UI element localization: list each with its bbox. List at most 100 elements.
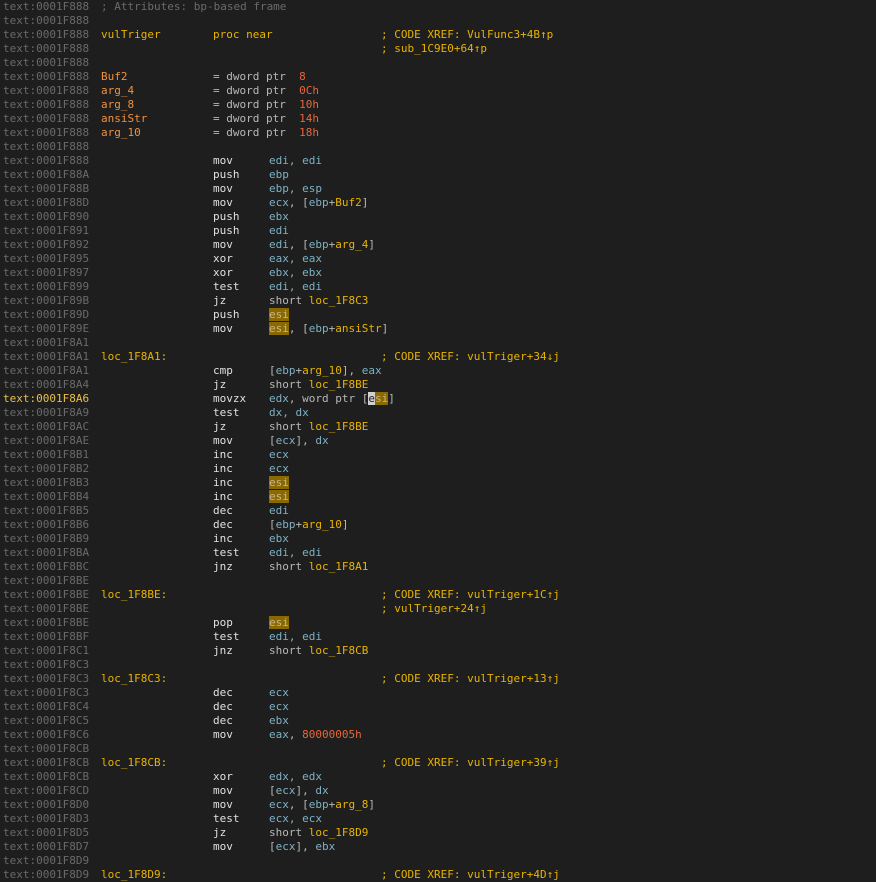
stack-var-name[interactable]: Buf2: [101, 70, 128, 84]
listing-line[interactable]: text:0001F8A1: [0, 336, 876, 350]
label-line[interactable]: text:0001F8C3 loc_1F8C3: ; CODE XREF: vu…: [0, 672, 876, 686]
stack-var-name[interactable]: arg_4: [101, 84, 134, 98]
label-line[interactable]: text:0001F8BE loc_1F8BE: ; CODE XREF: vu…: [0, 588, 876, 602]
operands[interactable]: short loc_1F8CB: [269, 644, 368, 658]
listing-line[interactable]: text:0001F888: [0, 140, 876, 154]
address: text:0001F8BA: [3, 546, 90, 559]
instruction-line[interactable]: text:0001F888 mov edi, edi: [0, 154, 876, 168]
instruction-line[interactable]: text:0001F8A4 jz short loc_1F8BE: [0, 378, 876, 392]
instruction-line[interactable]: text:0001F891 push edi: [0, 224, 876, 238]
code-label[interactable]: loc_1F8BE:: [101, 588, 167, 602]
label-line[interactable]: text:0001F8A1 loc_1F8A1: ; CODE XREF: vu…: [0, 350, 876, 364]
listing-line[interactable]: text:0001F888 ; Attributes: bp-based fra…: [0, 0, 876, 14]
instruction-line[interactable]: text:0001F88B mov ebp, esp: [0, 182, 876, 196]
instruction-line[interactable]: text:0001F892 mov edi, [ebp+arg_4]: [0, 238, 876, 252]
address: text:0001F899: [3, 280, 90, 293]
instruction-line[interactable]: text:0001F8AC jz short loc_1F8BE: [0, 420, 876, 434]
disassembly-listing[interactable]: text:0001F888 ; Attributes: bp-based fra…: [0, 0, 876, 882]
stack-var-name[interactable]: arg_10: [101, 126, 141, 140]
mnemonic: push: [213, 308, 240, 321]
code-label[interactable]: loc_1F8A1:: [101, 350, 167, 364]
instruction-line[interactable]: text:0001F895 xor eax, eax: [0, 252, 876, 266]
instruction-line[interactable]: text:0001F8AE mov [ecx], dx: [0, 434, 876, 448]
stack-var-line[interactable]: text:0001F888 arg_10 = dword ptr 18h: [0, 126, 876, 140]
stack-var-line[interactable]: text:0001F888 ansiStr = dword ptr 14h: [0, 112, 876, 126]
xref-comment[interactable]: ; vulTriger+24↑j: [381, 602, 487, 616]
instruction-line[interactable]: text:0001F899 test edi, edi: [0, 280, 876, 294]
stack-var-name[interactable]: ansiStr: [101, 112, 147, 126]
instruction-line[interactable]: text:0001F890 push ebx: [0, 210, 876, 224]
label-line[interactable]: text:0001F8D9 loc_1F8D9: ; CODE XREF: vu…: [0, 868, 876, 882]
instruction-line[interactable]: text:0001F8C5 dec ebx: [0, 714, 876, 728]
instruction-line[interactable]: text:0001F8CB xor edx, edx: [0, 770, 876, 784]
listing-line[interactable]: text:0001F888 vulTriger proc near ; CODE…: [0, 28, 876, 42]
instruction-line[interactable]: text:0001F8CD mov [ecx], dx: [0, 784, 876, 798]
xref-comment[interactable]: ; CODE XREF: VulFunc3+4B↑p: [381, 28, 553, 42]
instruction-line[interactable]: text:0001F89D push esi: [0, 308, 876, 322]
instruction-line[interactable]: text:0001F8B3 inc esi: [0, 476, 876, 490]
instruction-line[interactable]: text:0001F897 xor ebx, ebx: [0, 266, 876, 280]
address: text:0001F8D3: [3, 812, 90, 825]
code-label[interactable]: loc_1F8C3:: [101, 672, 167, 686]
operands[interactable]: short loc_1F8BE: [269, 420, 368, 434]
operands[interactable]: short loc_1F8BE: [269, 378, 368, 392]
instruction-line[interactable]: text:0001F8C4 dec ecx: [0, 700, 876, 714]
mnemonic: mov: [213, 434, 233, 447]
stack-var-line[interactable]: text:0001F888 arg_4 = dword ptr 0Ch: [0, 84, 876, 98]
stack-var-line[interactable]: text:0001F888 arg_8 = dword ptr 10h: [0, 98, 876, 112]
xref-comment[interactable]: ; CODE XREF: vulTriger+1C↑j: [381, 588, 560, 602]
instruction-line[interactable]: text:0001F89B jz short loc_1F8C3: [0, 294, 876, 308]
instruction-line[interactable]: text:0001F8B4 inc esi: [0, 490, 876, 504]
listing-line[interactable]: text:0001F8BE ; vulTriger+24↑j: [0, 602, 876, 616]
code-label[interactable]: loc_1F8D9:: [101, 868, 167, 882]
label-line[interactable]: text:0001F8CB loc_1F8CB: ; CODE XREF: vu…: [0, 756, 876, 770]
listing-line[interactable]: text:0001F888: [0, 56, 876, 70]
xref-comment[interactable]: ; CODE XREF: vulTriger+4D↑j: [381, 868, 560, 882]
instruction-line[interactable]: text:0001F8B1 inc ecx: [0, 448, 876, 462]
instruction-line[interactable]: text:0001F8B5 dec edi: [0, 504, 876, 518]
operands[interactable]: short loc_1F8C3: [269, 294, 368, 308]
listing-line[interactable]: text:0001F8D9: [0, 854, 876, 868]
proc-name[interactable]: vulTriger: [101, 28, 161, 42]
address: text:0001F8D7: [3, 840, 90, 853]
stack-var-line[interactable]: text:0001F888 Buf2 = dword ptr 8: [0, 70, 876, 84]
instruction-line[interactable]: text:0001F8B2 inc ecx: [0, 462, 876, 476]
listing-line[interactable]: text:0001F888 ; sub_1C9E0+64↑p: [0, 42, 876, 56]
instruction-line[interactable]: text:0001F88D mov ecx, [ebp+Buf2]: [0, 196, 876, 210]
instruction-line[interactable]: text:0001F8C3 dec ecx: [0, 686, 876, 700]
instruction-line[interactable]: text:0001F8A1 cmp [ebp+arg_10], eax: [0, 364, 876, 378]
instruction-line[interactable]: text:0001F8D3 test ecx, ecx: [0, 812, 876, 826]
listing-line[interactable]: text:0001F888: [0, 14, 876, 28]
xref-comment[interactable]: ; CODE XREF: vulTriger+34↓j: [381, 350, 560, 364]
listing-line[interactable]: text:0001F8CB: [0, 742, 876, 756]
instruction-line[interactable]: text:0001F8A9 test dx, dx: [0, 406, 876, 420]
xref-comment[interactable]: ; CODE XREF: vulTriger+39↑j: [381, 756, 560, 770]
mnemonic: xor: [213, 266, 233, 279]
instruction-line[interactable]: text:0001F8B6 dec [ebp+arg_10]: [0, 518, 876, 532]
listing-line[interactable]: text:0001F8C3: [0, 658, 876, 672]
stack-var-name[interactable]: arg_8: [101, 98, 134, 112]
instruction-line[interactable]: text:0001F89E mov esi, [ebp+ansiStr]: [0, 322, 876, 336]
instruction-line[interactable]: text:0001F8C1 jnz short loc_1F8CB: [0, 644, 876, 658]
instruction-line[interactable]: text:0001F8BE pop esi: [0, 616, 876, 630]
instruction-line[interactable]: text:0001F8C6 mov eax, 80000005h: [0, 728, 876, 742]
instruction-line-current[interactable]: text:0001F8A6 movzx edx, word ptr [esi]: [0, 392, 876, 406]
instruction-line[interactable]: text:0001F8D7 mov [ecx], ebx: [0, 840, 876, 854]
address: text:0001F8C6: [3, 728, 90, 741]
instruction-line[interactable]: text:0001F8BA test edi, edi: [0, 546, 876, 560]
operands[interactable]: short loc_1F8D9: [269, 826, 368, 840]
instruction-line[interactable]: text:0001F8BF test edi, edi: [0, 630, 876, 644]
mnemonic: mov: [213, 728, 233, 741]
instruction-line[interactable]: text:0001F8B9 inc ebx: [0, 532, 876, 546]
address: text:0001F8CB: [3, 742, 90, 755]
listing-line[interactable]: text:0001F8BE: [0, 574, 876, 588]
instruction-line[interactable]: text:0001F8D0 mov ecx, [ebp+arg_8]: [0, 798, 876, 812]
instruction-line[interactable]: text:0001F8D5 jz short loc_1F8D9: [0, 826, 876, 840]
instruction-line[interactable]: text:0001F88A push ebp: [0, 168, 876, 182]
code-label[interactable]: loc_1F8CB:: [101, 756, 167, 770]
operands[interactable]: short loc_1F8A1: [269, 560, 368, 574]
mnemonic: test: [213, 812, 240, 825]
xref-comment[interactable]: ; CODE XREF: vulTriger+13↑j: [381, 672, 560, 686]
instruction-line[interactable]: text:0001F8BC jnz short loc_1F8A1: [0, 560, 876, 574]
xref-comment[interactable]: ; sub_1C9E0+64↑p: [381, 42, 487, 56]
